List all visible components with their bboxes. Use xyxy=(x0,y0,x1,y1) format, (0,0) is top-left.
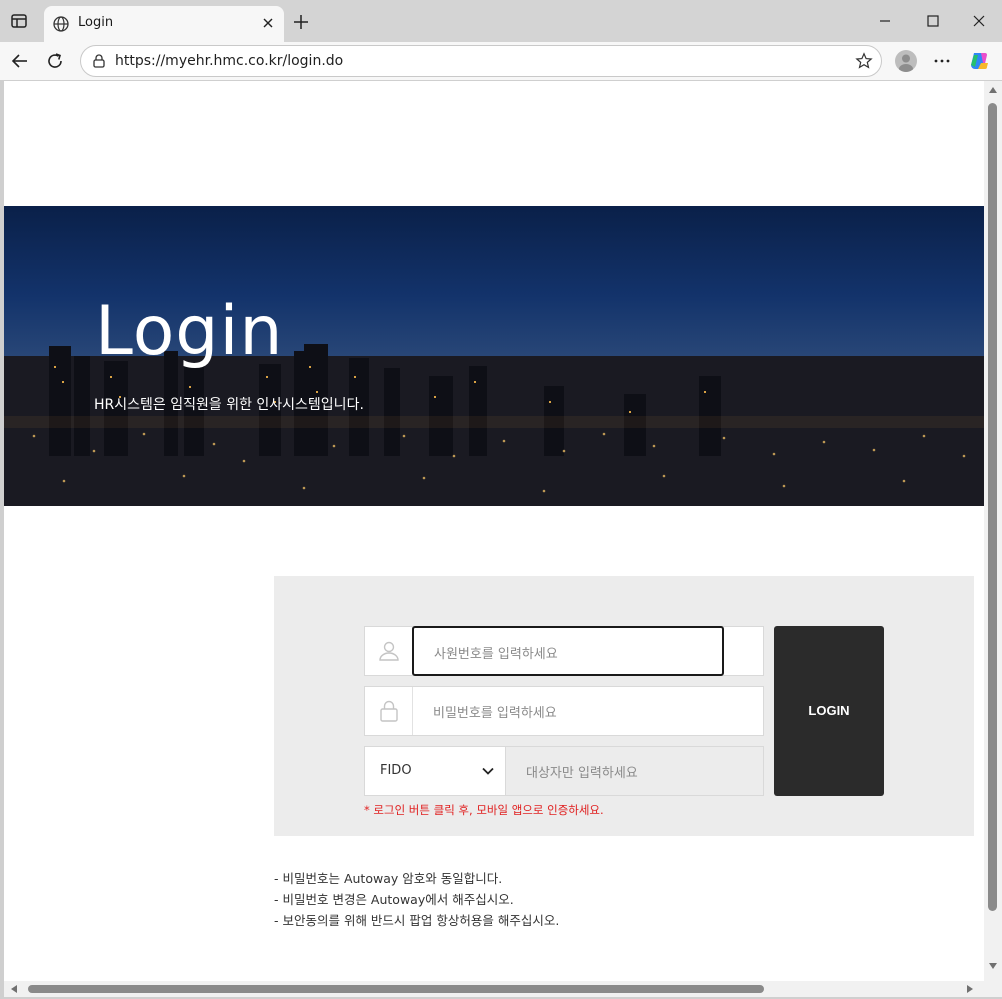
login-panel: 사원번호를 입력하세요 비밀번호를 입력하세요 FIDO 대상자만 입력하세요 … xyxy=(274,576,974,836)
maximize-icon[interactable] xyxy=(910,8,956,34)
scroll-right-arrow-icon[interactable] xyxy=(967,985,973,993)
page-viewport: Login HR시스템은 임직원을 위한 인사시스템입니다. 사원번호를 입력하… xyxy=(4,81,984,981)
note-item: - 비밀번호는 Autoway 암호와 동일합니다. xyxy=(274,871,503,886)
minimize-icon[interactable] xyxy=(862,8,908,34)
padlock-icon xyxy=(380,700,398,722)
back-icon[interactable] xyxy=(9,50,31,72)
scrollbar-corner xyxy=(984,981,1002,997)
plus-icon[interactable] xyxy=(292,13,310,31)
lock-icon[interactable] xyxy=(91,53,107,69)
reload-icon[interactable] xyxy=(44,50,66,72)
hero-title: Login xyxy=(95,292,284,371)
password-placeholder: 비밀번호를 입력하세요 xyxy=(433,706,557,721)
employee-id-input[interactable]: 사원번호를 입력하세요 xyxy=(412,626,724,676)
globe-icon xyxy=(53,16,69,32)
scroll-down-arrow-icon[interactable] xyxy=(989,963,997,969)
password-input[interactable]: 비밀번호를 입력하세요 xyxy=(413,687,763,735)
note-item: - 보안동의를 위해 반드시 팝업 항상허용을 해주십시오. xyxy=(274,913,560,928)
fido-target-input[interactable]: 대상자만 입력하세요 xyxy=(506,747,763,795)
chevron-down-icon xyxy=(482,767,494,775)
vertical-scroll-thumb[interactable] xyxy=(988,103,997,911)
auth-method-select[interactable]: FIDO xyxy=(365,747,506,795)
note-item: - 비밀번호 변경은 Autoway에서 해주십시오. xyxy=(274,892,514,907)
fido-instruction-note: * 로그인 버튼 클릭 후, 모바일 앱으로 인증하세요. xyxy=(364,803,604,817)
auth-method-value: FIDO xyxy=(380,763,412,778)
scroll-up-arrow-icon[interactable] xyxy=(989,87,997,93)
horizontal-scroll-thumb[interactable] xyxy=(28,985,764,993)
url-text[interactable]: https://myehr.hmc.co.kr/login.do xyxy=(115,53,343,69)
password-field-icon-cell xyxy=(365,687,413,735)
employee-id-placeholder: 사원번호를 입력하세요 xyxy=(434,647,558,662)
hero-banner: Login HR시스템은 임직원을 위한 인사시스템입니다. xyxy=(4,206,984,506)
tab-actions-icon[interactable] xyxy=(10,12,28,30)
more-icon[interactable] xyxy=(932,51,952,71)
browser-tab[interactable]: Login xyxy=(44,6,284,42)
scroll-left-arrow-icon[interactable] xyxy=(11,985,17,993)
hero-subtitle: HR시스템은 임직원을 위한 인사시스템입니다. xyxy=(94,397,364,413)
password-field: 비밀번호를 입력하세요 xyxy=(364,686,764,736)
tab-title: Login xyxy=(78,15,114,30)
user-field-icon-cell xyxy=(365,627,413,675)
profile-icon[interactable] xyxy=(895,50,917,72)
login-button[interactable]: LOGIN xyxy=(774,626,884,796)
user-icon xyxy=(379,641,399,661)
browser-toolbar: https://myehr.hmc.co.kr/login.do xyxy=(0,42,1002,80)
horizontal-scrollbar[interactable] xyxy=(4,981,984,997)
fido-row: FIDO 대상자만 입력하세요 xyxy=(364,746,764,796)
vertical-scrollbar[interactable] xyxy=(984,81,1002,981)
login-button-label: LOGIN xyxy=(808,703,850,718)
close-icon[interactable] xyxy=(260,15,276,31)
tab-bar: Login xyxy=(0,0,1002,42)
employee-id-field: 사원번호를 입력하세요 xyxy=(364,626,764,676)
login-notes: - 비밀번호는 Autoway 암호와 동일합니다. - 비밀번호 변경은 Au… xyxy=(274,868,559,931)
star-icon[interactable] xyxy=(855,52,873,70)
close-icon[interactable] xyxy=(956,8,1002,34)
address-bar[interactable]: https://myehr.hmc.co.kr/login.do xyxy=(80,45,882,77)
fido-target-placeholder: 대상자만 입력하세요 xyxy=(526,766,638,781)
copilot-icon[interactable] xyxy=(968,50,990,72)
